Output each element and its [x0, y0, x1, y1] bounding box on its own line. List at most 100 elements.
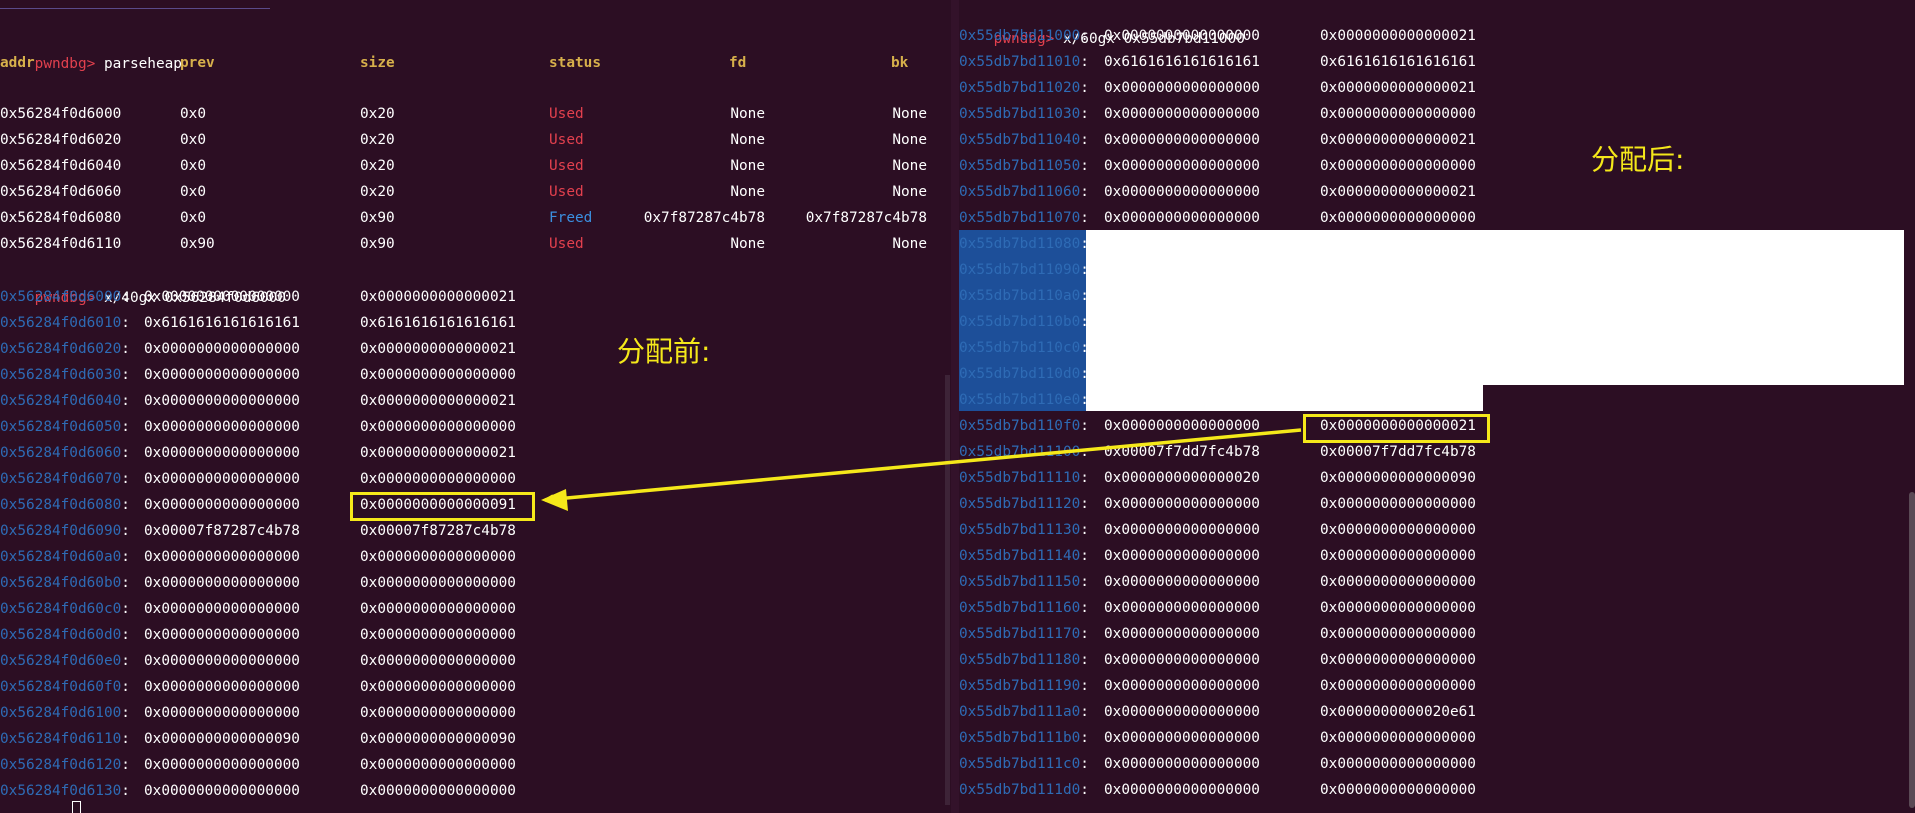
chunk-fd: None — [730, 236, 765, 252]
dump-address: 0x55db7bd110d0: — [959, 366, 1089, 382]
chunk-status: Used — [549, 106, 584, 122]
dump-value-1: 0x0000000000000000 — [144, 601, 300, 617]
dump-value-1: 0x0000000000000000 — [144, 445, 300, 461]
chunk-prev: 0x0 — [180, 132, 206, 148]
dump-value-2: 0x0000000000000000 — [360, 653, 516, 669]
chunk-size: 0x90 — [360, 210, 395, 226]
dump-value-1: 0x0000000000000000 — [144, 783, 300, 799]
header-status: status — [549, 55, 601, 71]
dump-value-1: 0x0000000000000000 — [1104, 600, 1260, 616]
dump-address: 0x56284f0d6120: — [0, 757, 130, 773]
dump-value-2: 0x0000000000000021 — [1320, 80, 1476, 96]
dump-value-1: 0x0000000000000000 — [1104, 158, 1260, 174]
chunk-fd: 0x7f87287c4b78 — [643, 210, 765, 226]
chunk-size: 0x90 — [360, 236, 395, 252]
chunk-addr: 0x56284f0d6040 — [0, 158, 122, 174]
dump-value-1: 0x0000000000000000 — [1104, 574, 1260, 590]
dump-address: 0x55db7bd111a0: — [959, 704, 1089, 720]
chunk-bk: None — [892, 158, 927, 174]
dump-value-1: 0x0000000000000000 — [144, 471, 300, 487]
dump-value-2: 0x0000000000000000 — [1320, 626, 1476, 642]
dump-value-1: 0x0000000000000000 — [1104, 652, 1260, 668]
header-addr: addr — [0, 55, 35, 71]
dump-value-2: 0x00007f87287c4b78 — [360, 523, 516, 539]
dump-value-1: 0x0000000000000000 — [1104, 548, 1260, 564]
chunk-bk: None — [892, 184, 927, 200]
left-scrollbar-track[interactable] — [945, 375, 950, 805]
dump-value-2: 0x0000000000000090 — [360, 731, 516, 747]
dump-value-1: 0x0000000000000000 — [1104, 626, 1260, 642]
header-prev: prev — [180, 55, 215, 71]
dump-value-1: 0x0000000000000000 — [1104, 340, 1260, 356]
dump-value-1: 0x0000000000000000 — [1104, 210, 1260, 226]
right-scrollbar-thumb[interactable] — [1909, 492, 1915, 808]
dump-value-2: 0x0000000000000000 — [360, 549, 516, 565]
chunk-status: Used — [549, 158, 584, 174]
dump-value-2: 0x0000000000000000 — [1320, 652, 1476, 668]
dump-address: 0x56284f0d60e0: — [0, 653, 130, 669]
dump-address: 0x55db7bd11070: — [959, 210, 1089, 226]
dump-value-1: 0x0000000000000000 — [1104, 418, 1260, 434]
dump-address: 0x55db7bd110a0: — [959, 288, 1089, 304]
dump-value-2: 0x0000000000000021 — [360, 393, 516, 409]
pane-divider[interactable] — [951, 0, 959, 813]
dump-address: 0x56284f0d6060: — [0, 445, 130, 461]
dump-value-1: 0x0000000000000000 — [1104, 106, 1260, 122]
dump-value-1: 0x0000000000000000 — [1104, 184, 1260, 200]
annotation-before: 分配前: — [617, 335, 711, 368]
dump-value-1: 0x0000000000000000 — [1104, 314, 1260, 330]
dump-address: 0x55db7bd110b0: — [959, 314, 1089, 330]
dump-address: 0x56284f0d6020: — [0, 341, 130, 357]
dump-address: 0x55db7bd11110: — [959, 470, 1089, 486]
dump-address: 0x55db7bd11190: — [959, 678, 1089, 694]
dump-value-1: 0x0000000000000000 — [144, 757, 300, 773]
dump-value-2: 0x0000000000000000 — [360, 705, 516, 721]
chunk-bk: None — [892, 106, 927, 122]
dump-value-1: 0x0000000000000000 — [1104, 496, 1260, 512]
dump-address: 0x55db7bd111c0: — [959, 756, 1089, 772]
input-prompt-line[interactable]: pwndbg> — [0, 797, 95, 813]
dump-value-1: 0x0000000000000000 — [144, 341, 300, 357]
dump-value-2: 0x0000000000000021 — [1320, 132, 1476, 148]
dump-value-2: 0x00007f7dd7fc4b78 — [1320, 444, 1476, 460]
chunk-status: Used — [549, 132, 584, 148]
dump-address: 0x55db7bd110f0: — [959, 418, 1089, 434]
chunk-prev: 0x0 — [180, 106, 206, 122]
dump-value-2: 0x0000000000000000 — [1320, 496, 1476, 512]
dump-address: 0x55db7bd11100: — [959, 444, 1089, 460]
dump-value-2: 0x0000000000000000 — [360, 679, 516, 695]
dump-address: 0x55db7bd11080: — [959, 236, 1089, 252]
text-selection-values — [959, 230, 1904, 385]
dump-value-1: 0x0000000000000000 — [1104, 782, 1260, 798]
right-terminal-pane[interactable]: pwndbg> x/60gx 0x55db7bd11000 0x55db7bd1… — [959, 0, 1915, 813]
dump-value-2: 0x0000000000000021 — [360, 341, 516, 357]
dump-value-1: 0x6161616161616161 — [144, 315, 300, 331]
dump-address: 0x56284f0d6110: — [0, 731, 130, 747]
dump-value-2: 0x0000000000000021 — [1320, 184, 1476, 200]
chunk-bk: None — [892, 236, 927, 252]
dump-value-2: 0x0000000000000000 — [1320, 574, 1476, 590]
dump-address: 0x55db7bd11140: — [959, 548, 1089, 564]
dump-value-2: 0x6161616161616161 — [1320, 54, 1476, 70]
dump-address: 0x55db7bd11060: — [959, 184, 1089, 200]
dump-value-2: 0x0000000000000000 — [1320, 288, 1476, 304]
dump-value-2: 0x0000000000000000 — [360, 783, 516, 799]
dump-address: 0x55db7bd11010: — [959, 54, 1089, 70]
chunk-size: 0x20 — [360, 184, 395, 200]
dump-value-1: 0x0000000000000000 — [1104, 730, 1260, 746]
dump-address: 0x56284f0d6100: — [0, 705, 130, 721]
dump-value-2: 0x0000000000000000 — [1320, 522, 1476, 538]
dump-value-1: 0x0000000000000000 — [144, 419, 300, 435]
chunk-bk: 0x7f87287c4b78 — [805, 210, 927, 226]
dump-value-2: 0x0000000000000000 — [1320, 392, 1476, 408]
dump-value-1: 0x0000000000000000 — [144, 393, 300, 409]
dump-address: 0x56284f0d6080: — [0, 497, 130, 513]
dump-address: 0x56284f0d60c0: — [0, 601, 130, 617]
header-fd: fd — [729, 55, 747, 71]
dump-value-2: 0x0000000000000000 — [360, 419, 516, 435]
left-terminal-pane[interactable]: pwndbg> parseheap addr prev size status … — [0, 0, 951, 813]
dump-value-2: 0x0000000000000000 — [1320, 314, 1476, 330]
dump-address: 0x55db7bd11120: — [959, 496, 1089, 512]
dump-value-2: 0x0000000000000071 — [1320, 236, 1476, 252]
dump-address: 0x56284f0d6090: — [0, 523, 130, 539]
